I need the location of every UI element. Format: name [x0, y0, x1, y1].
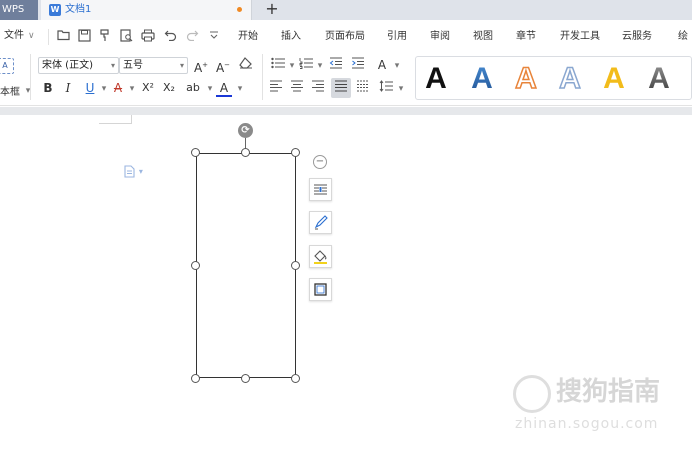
open-icon[interactable] [56, 29, 72, 45]
tab-wps-home[interactable]: WPS [0, 0, 38, 20]
chevron-down-icon[interactable]: ▾ [393, 81, 409, 97]
align-center-icon[interactable] [289, 80, 305, 96]
decrease-indent-icon[interactable] [328, 57, 344, 73]
divider [262, 54, 263, 100]
tab-cloud-service[interactable]: 云服务 [622, 30, 652, 44]
increase-indent-icon[interactable] [350, 57, 366, 73]
style-preview-blue[interactable]: A [464, 61, 500, 97]
style-preview-blue-outline[interactable]: A [552, 61, 588, 97]
paragraph-options-button[interactable]: ▾ [124, 165, 146, 179]
divider [48, 29, 49, 45]
tab-draw[interactable]: 绘 [678, 30, 688, 44]
grow-font-icon[interactable]: A+ [193, 57, 209, 75]
font-size-select[interactable]: 五号 ▾ [119, 57, 188, 74]
align-right-icon[interactable] [310, 80, 326, 96]
text-effect-button[interactable]: A [374, 57, 390, 73]
textbox-icon[interactable]: A [0, 58, 14, 74]
tab-developer-tools[interactable]: 开发工具 [560, 30, 600, 44]
resize-handle-top-left[interactable] [191, 148, 200, 157]
page-margin-corner [99, 115, 132, 124]
pen-style-icon [314, 215, 328, 230]
tab-view[interactable]: 视图 [473, 30, 493, 44]
style-preview-black[interactable]: A [418, 61, 454, 97]
resize-handle-bottom[interactable] [241, 374, 250, 383]
textbox-dropdown-icon[interactable]: ▾ [20, 83, 36, 99]
tab-review[interactable]: 审阅 [430, 30, 450, 44]
style-preview-gray[interactable]: A [641, 61, 677, 97]
style-preview-orange-outline[interactable]: A [508, 61, 544, 97]
subscript-button[interactable]: X₂ [161, 80, 177, 96]
resize-handle-bottom-left[interactable] [191, 374, 200, 383]
chevron-down-icon: ▾ [110, 61, 115, 70]
tab-page-layout[interactable]: 页面布局 [325, 30, 365, 44]
bold-button[interactable]: B [40, 80, 56, 96]
unsaved-indicator [237, 7, 242, 12]
tab-home[interactable]: 开始 [238, 30, 258, 44]
resize-handle-right[interactable] [291, 261, 300, 270]
italic-button[interactable]: I [60, 80, 76, 96]
style-preview-yellow[interactable]: A [596, 61, 632, 97]
resize-handle-top-right[interactable] [291, 148, 300, 157]
watermark-logo [513, 375, 551, 413]
new-tab-button[interactable]: + [264, 0, 280, 19]
chevron-down-icon[interactable]: ▾ [124, 81, 140, 97]
divider [30, 54, 31, 100]
print-icon[interactable] [140, 29, 156, 45]
chevron-down-icon: ∨ [28, 31, 35, 41]
menu-bar: 文件 ∨ 开始 插入 页面布局 引用 审阅 视图 章节 开发工具 云服务 绘 [0, 24, 692, 50]
chevron-down-icon: ▾ [138, 167, 143, 176]
chevron-down-icon[interactable]: ▾ [389, 58, 405, 74]
font-name-value: 宋体 (正文) [42, 60, 93, 71]
rectangle-textbox-shape[interactable] [196, 153, 296, 378]
clear-format-icon[interactable] [238, 57, 254, 73]
format-painter-icon[interactable] [96, 29, 112, 45]
watermark-url: zhinan.sogou.com [515, 416, 659, 432]
print-preview-icon[interactable] [118, 29, 134, 45]
line-spacing-icon[interactable] [378, 80, 394, 96]
border-icon [314, 283, 327, 296]
chevron-down-icon[interactable]: ▾ [312, 58, 328, 74]
document-icon [124, 165, 139, 181]
collapse-toolbar-button[interactable]: − [313, 155, 327, 169]
chevron-down-icon[interactable]: ▾ [232, 81, 248, 97]
redo-icon[interactable] [184, 29, 200, 45]
font-name-select[interactable]: 宋体 (正文) ▾ [38, 57, 119, 74]
undo-icon[interactable] [162, 29, 178, 45]
tab-insert[interactable]: 插入 [281, 30, 301, 44]
superscript-button[interactable]: X² [140, 80, 156, 96]
justify-icon[interactable] [331, 78, 351, 98]
tab-references[interactable]: 引用 [387, 30, 407, 44]
font-size-value: 五号 [123, 60, 143, 71]
layout-options-icon [314, 184, 327, 195]
watermark-text: 搜狗指南 [556, 377, 661, 407]
ribbon-separator-strip [0, 107, 692, 115]
save-icon[interactable] [76, 29, 92, 45]
pinyin-guide-button[interactable]: ab [185, 80, 201, 96]
shape-outline-button[interactable] [309, 211, 332, 234]
ribbon: A 本框 ▾ 宋体 (正文) ▾ 五号 ▾ A+ A− B I U ▾ A ▾ … [0, 50, 692, 106]
chevron-down-icon: ▾ [179, 61, 184, 70]
rotate-handle-icon[interactable]: ⟳ [238, 123, 253, 138]
shape-fill-button[interactable] [309, 245, 332, 268]
textbox-button-label[interactable]: 本框 [0, 83, 20, 98]
file-menu-button[interactable]: 文件 ∨ [4, 28, 35, 44]
fill-icon [314, 250, 327, 264]
resize-handle-left[interactable] [191, 261, 200, 270]
shape-border-button[interactable] [309, 278, 332, 301]
word-doc-icon: W [49, 4, 61, 16]
shrink-font-icon[interactable]: A− [215, 57, 231, 75]
resize-handle-bottom-right[interactable] [291, 374, 300, 383]
align-left-icon[interactable] [268, 80, 284, 96]
tab-chapter[interactable]: 章节 [516, 30, 536, 44]
tab-document[interactable]: W 文档1 [41, 0, 252, 20]
layout-options-button[interactable] [309, 178, 332, 201]
resize-handle-top[interactable] [241, 148, 250, 157]
text-style-gallery: A A A A A A [415, 56, 692, 100]
distributed-align-icon[interactable] [355, 80, 371, 96]
customize-icon[interactable] [206, 29, 222, 45]
font-color-button[interactable]: A [216, 80, 232, 97]
file-menu-label: 文件 [4, 30, 24, 41]
document-title: 文档1 [65, 4, 92, 15]
